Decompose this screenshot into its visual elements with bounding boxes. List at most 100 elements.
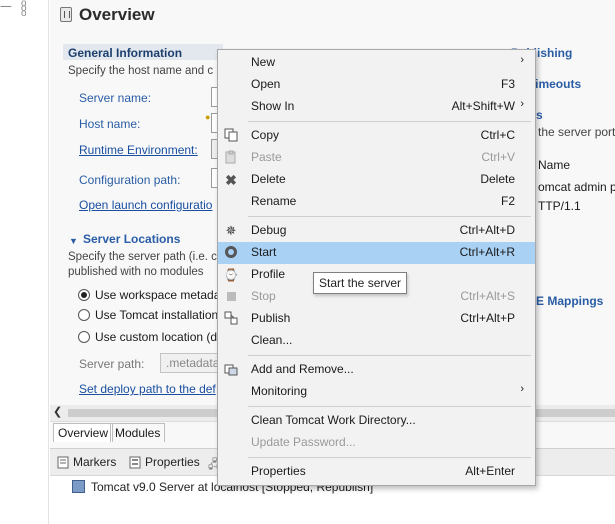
server-path-input[interactable]: .metadata: [160, 353, 220, 373]
menu-separator: [248, 406, 531, 407]
menu-item-shortcut: F2: [500, 194, 515, 208]
submenu-arrow-icon: ›: [520, 98, 524, 110]
debug-icon: ✵: [225, 223, 237, 238]
left-panel: −− ooo: [0, 0, 49, 524]
menu-item-label: Publish: [251, 311, 291, 325]
context-menu: New › Open F3 Show In Alt+Shift+W › Copy…: [217, 49, 536, 486]
menu-item-label: Show In: [251, 99, 295, 113]
menu-item-label: Rename: [251, 194, 297, 208]
menu-item-shortcut: Ctrl+Alt+P: [460, 311, 515, 325]
configuration-path-label: Configuration path:: [79, 173, 181, 187]
menu-item-label: Delete: [251, 172, 286, 186]
menu-item-label: Monitoring: [251, 384, 308, 398]
menu-item-label: Clean...: [251, 333, 293, 347]
menu-item-show-in[interactable]: Show In Alt+Shift+W ›: [218, 96, 535, 118]
menu-separator: [248, 355, 531, 356]
ports-description: the server ports: [538, 125, 615, 139]
general-info-description: Specify the host name and c: [68, 65, 214, 77]
server-locations-description-2: published with no modules: [68, 266, 204, 278]
menu-item-label: Properties: [251, 464, 306, 478]
delete-icon: ✖: [225, 172, 237, 188]
publish-icon: [223, 311, 239, 327]
menu-item-label: Update Password...: [251, 435, 356, 449]
menu-item-shortcut: Ctrl+Alt+S: [460, 289, 515, 303]
menu-separator: [248, 216, 531, 217]
submenu-arrow-icon: ›: [520, 54, 524, 66]
open-launch-config-link[interactable]: Open launch configuratio: [79, 198, 212, 212]
tab-modules[interactable]: Modules: [110, 423, 166, 442]
server-path-label: Server path:: [79, 357, 145, 371]
menu-separator: [248, 457, 531, 458]
tomcat-installation-label[interactable]: Use Tomcat installation: [95, 308, 218, 322]
runtime-environment-link[interactable]: Runtime Environment:: [79, 143, 198, 157]
stop-icon: [223, 289, 239, 305]
menu-item-label: Add and Remove...: [251, 362, 354, 376]
server-icon: [72, 480, 85, 493]
menu-item-shortcut: Alt+Enter: [465, 464, 515, 478]
menu-item-shortcut: Delete: [480, 172, 515, 186]
menu-item-properties[interactable]: Properties Alt+Enter: [218, 461, 535, 483]
server-name-label: Server name:: [79, 91, 152, 105]
start-tooltip: Start the server: [313, 272, 408, 294]
profile-icon: ⌚: [223, 268, 239, 282]
menu-item-clean-work-dir[interactable]: Clean Tomcat Work Directory...: [218, 410, 535, 432]
server-locations-heading[interactable]: Server Locations: [83, 232, 180, 246]
workspace-metadata-label[interactable]: Use workspace metada: [95, 288, 220, 302]
menu-item-label: Clean Tomcat Work Directory...: [251, 413, 416, 427]
ports-row-admin[interactable]: omcat admin p: [538, 180, 615, 194]
ports-name-column: Name: [538, 158, 571, 172]
custom-location-label[interactable]: Use custom location (d: [95, 330, 217, 344]
page-title: Overview: [79, 5, 155, 24]
ports-row-http[interactable]: TTP/1.1: [538, 199, 581, 213]
menu-item-shortcut: Ctrl+Alt+R: [459, 245, 515, 259]
menu-item-paste[interactable]: Paste Ctrl+V: [218, 147, 535, 169]
copy-icon: [223, 128, 239, 144]
menu-item-label: Debug: [251, 223, 287, 237]
properties-icon: [129, 456, 141, 469]
workspace-metadata-radio[interactable]: [78, 289, 90, 301]
deploy-path-link[interactable]: Set deploy path to the def: [79, 382, 216, 396]
server-path-value: .metadata: [166, 356, 220, 370]
custom-location-radio[interactable]: [78, 331, 90, 343]
server-locations-description-1: Specify the server path (i.e. c: [68, 251, 217, 263]
menu-item-shortcut: Ctrl+V: [481, 150, 515, 164]
menu-item-label: New: [251, 55, 276, 69]
menu-separator: [248, 121, 531, 122]
menu-item-shortcut: Ctrl+C: [480, 128, 515, 142]
menu-item-label: Start: [251, 245, 277, 259]
tomcat-installation-radio[interactable]: [78, 309, 90, 321]
menu-item-update-password[interactable]: Update Password...: [218, 432, 535, 454]
menu-item-monitoring[interactable]: Monitoring ›: [218, 381, 535, 403]
menu-item-open[interactable]: Open F3: [218, 74, 535, 96]
paste-icon: [223, 150, 239, 166]
menu-item-shortcut: Alt+Shift+W: [451, 99, 515, 113]
tab-markers[interactable]: Markers: [73, 455, 116, 471]
mime-mappings-heading[interactable]: E Mappings: [536, 294, 603, 308]
menu-item-add-remove[interactable]: Add and Remove...: [218, 359, 535, 381]
server-editor-icon: [60, 7, 72, 22]
menu-item-label: Profile: [251, 267, 286, 281]
markers-icon: [57, 456, 69, 469]
tab-properties[interactable]: Properties: [145, 455, 200, 471]
scroll-left-icon[interactable]: ❮: [53, 405, 65, 421]
menu-item-start[interactable]: Start Ctrl+Alt+R: [218, 242, 535, 264]
menu-item-label: Paste: [251, 150, 282, 164]
submenu-arrow-icon: ›: [520, 383, 524, 395]
menu-item-debug[interactable]: ✵ Debug Ctrl+Alt+D: [218, 220, 535, 242]
menu-item-clean[interactable]: Clean...: [218, 330, 535, 352]
ports-heading[interactable]: s: [536, 108, 543, 122]
menu-item-delete[interactable]: ✖ Delete Delete: [218, 169, 535, 191]
menu-item-new[interactable]: New ›: [218, 52, 535, 74]
menu-item-shortcut: Ctrl+Alt+D: [459, 223, 515, 237]
menu-item-copy[interactable]: Copy Ctrl+C: [218, 125, 535, 147]
tab-overview[interactable]: Overview: [53, 423, 114, 442]
more-options-icon[interactable]: ooo: [21, 0, 29, 19]
menu-item-label: Stop: [251, 289, 276, 303]
menu-item-publish[interactable]: Publish Ctrl+Alt+P: [218, 308, 535, 330]
menu-item-rename[interactable]: Rename F2: [218, 191, 535, 213]
menu-item-label: Copy: [251, 128, 280, 142]
menu-item-shortcut: F3: [500, 77, 515, 91]
menu-item-label: Open: [251, 77, 281, 91]
collapse-chevron-icon[interactable]: ▼: [69, 236, 78, 246]
host-name-label: Host name:: [79, 117, 141, 131]
